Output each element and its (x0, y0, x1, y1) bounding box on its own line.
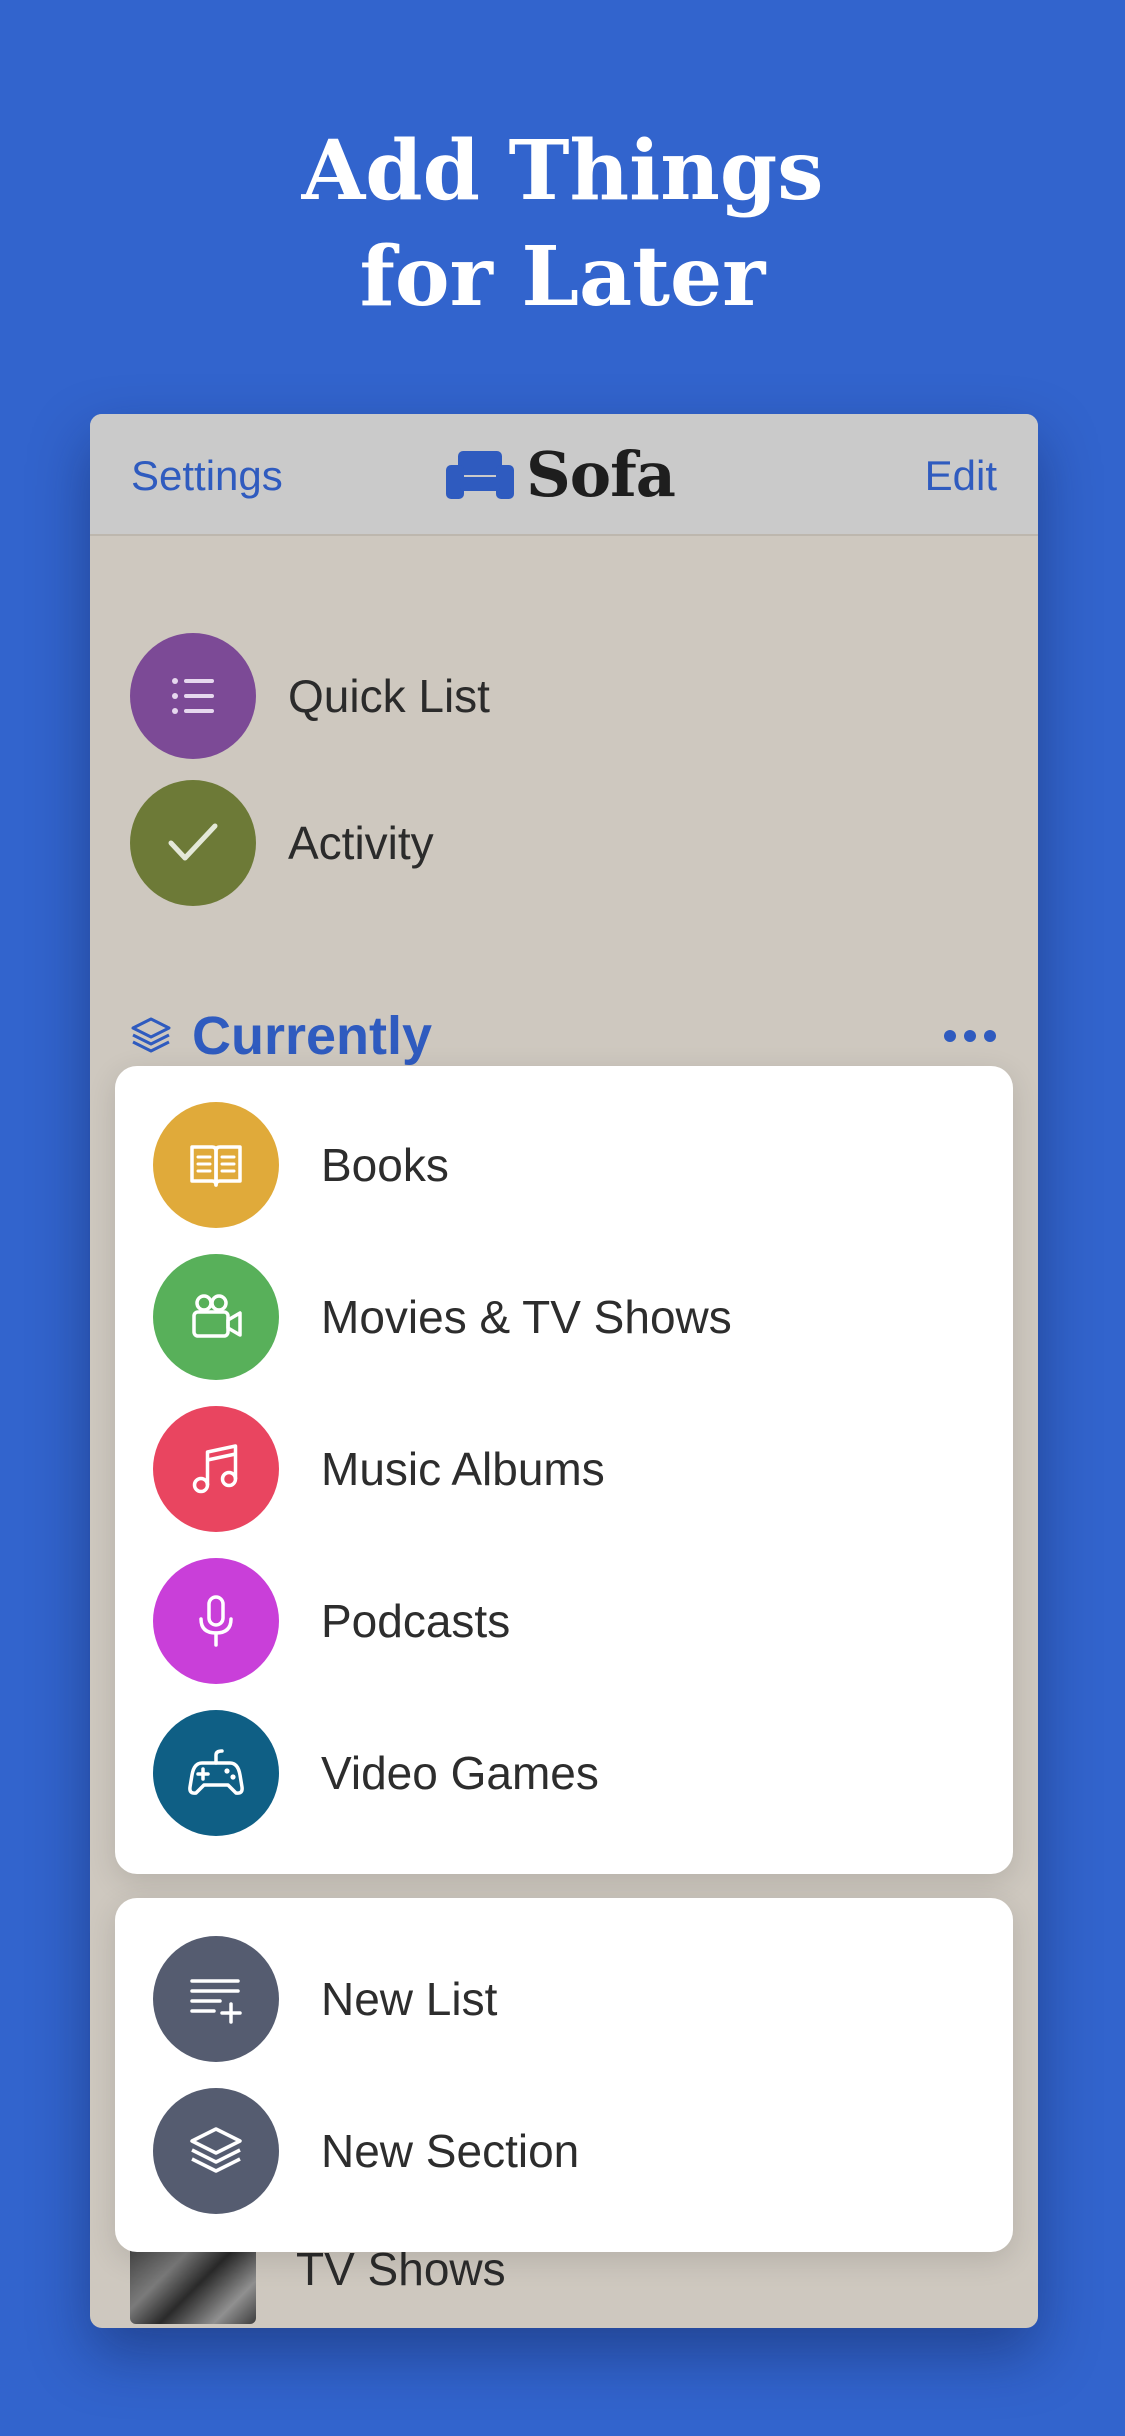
menu-item-label: Movies & TV Shows (321, 1291, 732, 1343)
list-item-quick-list[interactable]: Quick List (130, 633, 490, 759)
list-item-label: Quick List (288, 670, 490, 722)
menu-item-books[interactable]: Books (153, 1102, 449, 1228)
navigation-bar: Settings Sofa Edit (90, 414, 1038, 536)
headline: Add Things for Later (0, 118, 1125, 330)
gamepad-icon (153, 1710, 279, 1836)
video-camera-icon (153, 1254, 279, 1380)
add-item-menu: Books Movies & TV Shows Music Albums Pod… (115, 1066, 1013, 1874)
menu-item-movies-tv-shows[interactable]: Movies & TV Shows (153, 1254, 732, 1380)
headline-line-2: for Later (359, 229, 766, 325)
app-name: Sofa (526, 437, 676, 511)
menu-item-music-albums[interactable]: Music Albums (153, 1406, 605, 1532)
list-item-activity[interactable]: Activity (130, 780, 434, 906)
music-note-icon (153, 1406, 279, 1532)
more-icon[interactable] (942, 1018, 998, 1054)
create-menu: New List New Section (115, 1898, 1013, 2252)
menu-item-label: Video Games (321, 1747, 599, 1799)
checkmark-icon (130, 780, 256, 906)
list-item-label: Activity (288, 817, 434, 869)
headline-line-1: Add Things (301, 123, 824, 219)
new-list-icon (153, 1936, 279, 2062)
microphone-icon (153, 1558, 279, 1684)
layers-icon (153, 2088, 279, 2214)
layers-icon (131, 1017, 171, 1053)
book-icon (153, 1102, 279, 1228)
sofa-icon (446, 451, 514, 499)
list-icon (130, 633, 256, 759)
menu-item-label: Music Albums (321, 1443, 605, 1495)
menu-item-new-list[interactable]: New List (153, 1936, 497, 2062)
menu-item-new-section[interactable]: New Section (153, 2088, 579, 2214)
menu-item-label: New List (321, 1973, 498, 2025)
section-title: Currently (192, 1006, 433, 1066)
menu-item-label: Podcasts (321, 1595, 511, 1647)
menu-item-video-games[interactable]: Video Games (153, 1710, 599, 1836)
menu-item-label: New Section (321, 2125, 580, 2177)
menu-item-podcasts[interactable]: Podcasts (153, 1558, 510, 1684)
app-logo: Sofa (446, 438, 676, 511)
settings-button[interactable]: Settings (131, 452, 283, 500)
menu-item-label: Books (321, 1139, 449, 1191)
section-header: Currently (130, 1006, 998, 1066)
edit-button[interactable]: Edit (925, 452, 997, 500)
